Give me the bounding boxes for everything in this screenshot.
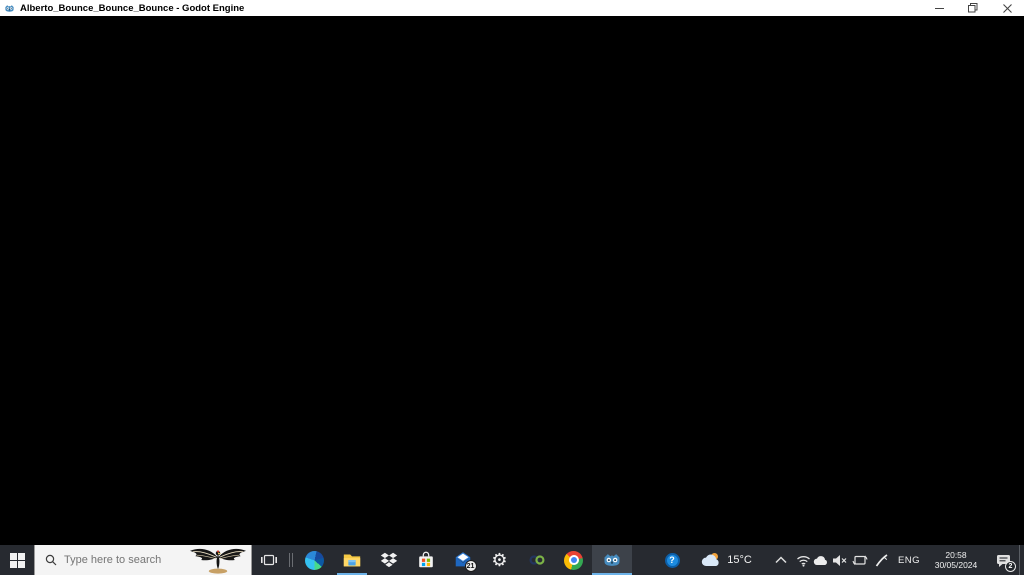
settings-gear-icon: ⚙: [491, 550, 508, 570]
microsoft-store-icon: [418, 551, 433, 568]
onedrive-tray-button[interactable]: [812, 545, 830, 575]
taskbar-app-infinity[interactable]: [518, 545, 555, 575]
volume-muted-icon: [833, 554, 847, 566]
weather-widget[interactable]: 15°C: [692, 545, 760, 575]
search-input[interactable]: [64, 554, 194, 566]
task-view-button[interactable]: [252, 545, 286, 575]
taskbar-app-settings[interactable]: ⚙: [481, 545, 518, 575]
close-icon: [1002, 3, 1012, 13]
taskbar-app-edge[interactable]: [296, 545, 333, 575]
search-highlight-bird-image[interactable]: [187, 546, 249, 574]
game-viewport[interactable]: [0, 16, 1024, 545]
close-button[interactable]: [990, 0, 1024, 16]
mail-unread-badge: 21: [464, 560, 477, 572]
show-desktop-button[interactable]: [1019, 545, 1024, 575]
language-indicator[interactable]: ENG: [893, 545, 925, 575]
clock-date: 30/05/2024: [934, 560, 978, 570]
taskbar-separator: [286, 545, 296, 575]
godot-icon: [604, 554, 620, 566]
window-titlebar: Alberto_Bounce_Bounce_Bounce - Godot Eng…: [0, 0, 1024, 16]
windows-logo-icon: [9, 552, 25, 568]
onedrive-cloud-icon: [813, 555, 827, 565]
pen-icon: [875, 553, 888, 566]
dropbox-icon: [380, 552, 397, 568]
clock-tray-button[interactable]: 20:58 30/05/2024: [925, 545, 987, 575]
taskbar-app-file-explorer[interactable]: [333, 545, 370, 575]
display-sync-tray-button[interactable]: [849, 545, 870, 575]
help-icon: ?: [664, 552, 680, 568]
display-sync-icon: [851, 555, 868, 566]
taskbar-app-godot[interactable]: [592, 545, 632, 575]
search-icon: [45, 554, 57, 566]
start-button[interactable]: [0, 545, 34, 575]
minimize-icon: [934, 7, 944, 9]
chevron-up-icon: [775, 556, 787, 564]
infinity-app-icon: [529, 555, 544, 565]
clock-time: 20:58: [945, 550, 967, 560]
restore-icon: [968, 3, 978, 13]
wifi-icon: [796, 555, 810, 567]
taskbar-app-microsoft-store[interactable]: [407, 545, 444, 575]
language-label: ENG: [897, 554, 921, 566]
notification-count-badge: 2: [1005, 561, 1016, 572]
chrome-icon: [564, 550, 583, 570]
window-title: Alberto_Bounce_Bounce_Bounce - Godot Eng…: [20, 2, 245, 14]
action-center-button[interactable]: 2: [987, 545, 1019, 575]
help-tray-button[interactable]: ?: [652, 545, 692, 575]
show-hidden-icons-button[interactable]: [768, 545, 794, 575]
temperature-label: 15°C: [727, 554, 752, 566]
edge-icon: [305, 550, 324, 570]
network-tray-button[interactable]: [794, 545, 812, 575]
weather-cloud-icon: [702, 553, 719, 566]
file-explorer-icon: [343, 554, 360, 567]
volume-tray-button[interactable]: [830, 545, 849, 575]
system-tray: ? 15°C ENG 20:58 30/05/2024 2: [652, 545, 1024, 575]
search-box[interactable]: [34, 545, 252, 575]
godot-window-icon: [5, 4, 14, 12]
taskbar-app-dropbox[interactable]: [370, 545, 407, 575]
taskbar: 21 ⚙ ?: [0, 545, 1024, 575]
minimize-button[interactable]: [922, 0, 956, 16]
restore-button[interactable]: [956, 0, 990, 16]
taskbar-app-mail[interactable]: 21: [444, 545, 481, 575]
taskbar-app-chrome[interactable]: [555, 545, 592, 575]
windows-ink-tray-button[interactable]: [870, 545, 893, 575]
task-view-icon: [261, 554, 277, 566]
desktop-screen: Alberto_Bounce_Bounce_Bounce - Godot Eng…: [0, 0, 1024, 575]
